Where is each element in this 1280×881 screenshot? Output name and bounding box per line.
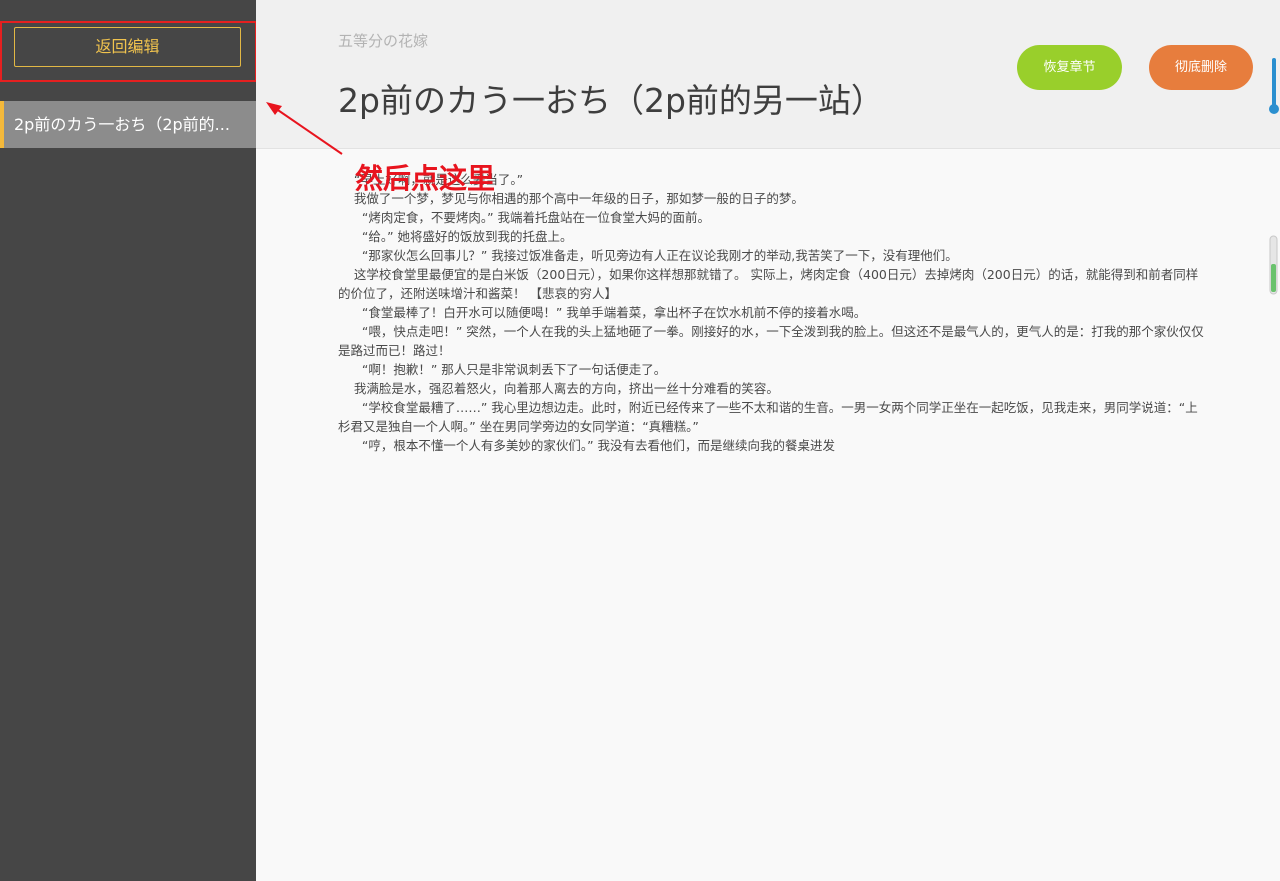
content-paragraph: “给。” 她将盛好的饭放到我的托盘上。 (338, 229, 573, 244)
annotation-highlight-box (0, 21, 257, 82)
chapter-content: “早上好啊，就是这么妥当了。” 我做了一个梦，梦见与你相遇的那个高中一年级的日子… (338, 170, 1208, 455)
content-paragraph: “那家伙怎么回事儿？” 我接过饭准备走，听见旁边有人正在议论我刚才的举动,我苦笑… (338, 248, 958, 263)
restore-chapter-button[interactable]: 恢复章节 (1017, 45, 1122, 90)
chapter-title: 2p前のカう一おち（2p前的另一站） (338, 81, 884, 120)
content-paragraph: “哼，根本不懂一个人有多美妙的家伙们。” 我没有去看他们，而是继续向我的餐桌进发 (338, 438, 836, 453)
annotation-text: 然后点这里 (355, 162, 496, 195)
sidebar: 返回编辑 2p前のカう一おち（2p前的... (0, 0, 257, 881)
scroll-indicator-top[interactable] (1268, 58, 1280, 116)
content-paragraph: “学校食堂最糟了……” 我心里边想边走。此时，附近已经传来了一些不太和谐的生音。… (338, 400, 1198, 434)
scrollbar-thumb[interactable] (1268, 234, 1280, 296)
content-paragraph: “啊！抱歉！” 那人只是非常讽刺丢下了一句话便走了。 (338, 362, 667, 377)
content-paragraph: “食堂最棒了！白开水可以随便喝！” 我单手端着菜，拿出杯子在饮水机前不停的接着水… (338, 305, 867, 320)
content-paragraph: 这学校食堂里最便宜的是白米饭（200日元），如果你这样想那就错了。 实际上，烤肉… (338, 267, 1199, 301)
sidebar-item-chapter[interactable]: 2p前のカう一おち（2p前的... (0, 101, 256, 148)
book-title: 五等分の花嫁 (338, 32, 429, 50)
content-paragraph: “喂，快点走吧！” 突然，一个人在我的头上猛地砸了一拳。刚接好的水，一下全泼到我… (338, 324, 1204, 358)
content-paragraph: “烤肉定食，不要烤肉。” 我端着托盘站在一位食堂大妈的面前。 (338, 210, 711, 225)
annotation-arrow-icon (266, 102, 343, 155)
content-paragraph: 我满脸是水，强忍着怒火，向着那人离去的方向，挤出一丝十分难看的笑容。 (338, 381, 779, 396)
chapter-header: 五等分の花嫁 2p前のカう一おち（2p前的另一站） 恢复章节 彻底删除 (256, 0, 1280, 149)
delete-permanently-button[interactable]: 彻底删除 (1149, 45, 1253, 90)
